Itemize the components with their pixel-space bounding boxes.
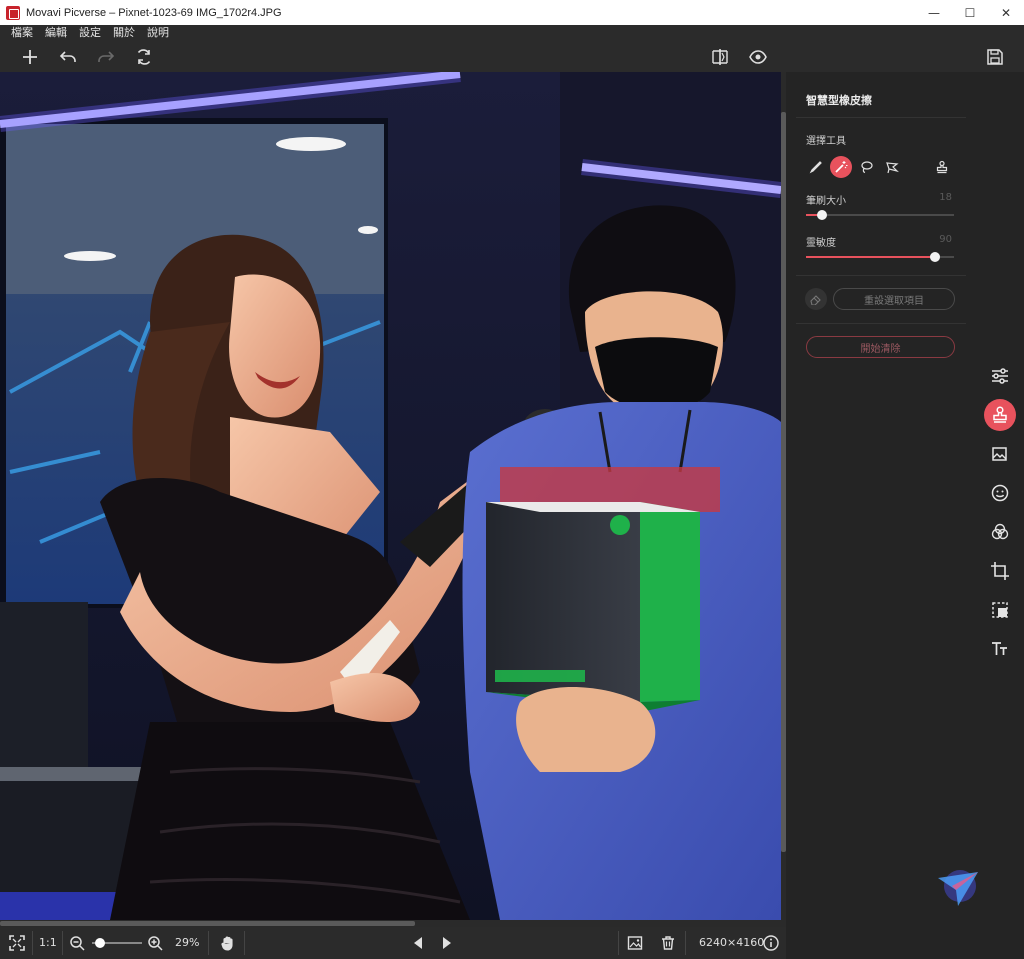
bottom-bar: 1:1 29% 6240×4160	[0, 927, 786, 959]
bottom-divider	[208, 931, 209, 955]
brush-icon[interactable]	[805, 156, 827, 178]
window-title: Movavi Picverse – Pixnet-1023-69 IMG_170…	[26, 6, 282, 19]
menu-edit[interactable]: 編輯	[39, 25, 73, 41]
panel-divider	[796, 323, 966, 324]
hand-pan-icon[interactable]	[215, 927, 241, 959]
crop-icon[interactable]	[984, 555, 1016, 587]
top-toolbar	[0, 41, 1024, 72]
image-info-icon[interactable]	[622, 927, 648, 959]
sensitivity-value: 90	[939, 234, 952, 245]
fit-to-screen-icon[interactable]	[4, 927, 30, 959]
undo-icon[interactable]	[54, 41, 82, 72]
eraser-icon[interactable]	[805, 288, 827, 310]
zoom-slider-handle[interactable]	[94, 938, 105, 948]
title-bar: Movavi Picverse – Pixnet-1023-69 IMG_170…	[0, 0, 1024, 25]
sensitivity-fill	[806, 256, 935, 258]
maximize-button[interactable]: ☐	[952, 0, 988, 25]
polygon-lasso-icon[interactable]	[881, 156, 903, 178]
smart-eraser-panel: 智慧型橡皮擦 選擇工具 筆刷大小 18 靈敏度 90 重設選取項目 開始清除	[786, 72, 1024, 959]
image-canvas[interactable]	[0, 72, 786, 927]
menu-settings[interactable]: 設定	[73, 25, 107, 41]
bottom-divider	[685, 931, 686, 955]
select-area-icon[interactable]	[984, 594, 1016, 626]
bottom-divider	[244, 931, 245, 955]
sensitivity-handle[interactable]	[929, 252, 940, 262]
rotate-icon[interactable]	[130, 41, 158, 72]
app-logo-icon	[6, 5, 20, 20]
horizontal-scroll-thumb[interactable]	[0, 921, 415, 926]
select-tool-label: 選擇工具	[806, 136, 846, 147]
bottom-divider	[32, 931, 33, 955]
menu-bar: 檔案 編輯 設定 關於 說明	[0, 25, 1024, 41]
panel-divider	[796, 275, 966, 276]
menu-file[interactable]: 檔案	[5, 25, 39, 41]
bottom-divider	[618, 931, 619, 955]
plus-icon[interactable]	[16, 41, 44, 72]
adjust-sliders-icon[interactable]	[984, 360, 1016, 392]
magic-wand-icon[interactable]	[830, 156, 852, 178]
minimize-button[interactable]: —	[916, 0, 952, 25]
watermark-logo	[938, 870, 978, 906]
sensitivity-slider[interactable]	[806, 252, 954, 262]
image-icon[interactable]	[984, 438, 1016, 470]
edited-photo[interactable]	[0, 72, 781, 920]
actual-size-button[interactable]: 1:1	[39, 927, 57, 959]
brush-size-label: 筆刷大小	[806, 196, 846, 207]
compare-icon[interactable]	[706, 41, 734, 72]
text-icon[interactable]	[984, 633, 1016, 665]
reset-selection-button[interactable]: 重設選取項目	[833, 288, 955, 310]
panel-title: 智慧型橡皮擦	[806, 94, 872, 107]
save-icon[interactable]	[981, 41, 1009, 72]
start-erase-button[interactable]: 開始清除	[806, 336, 955, 358]
previous-image-icon[interactable]	[405, 927, 431, 959]
lasso-icon[interactable]	[856, 156, 878, 178]
stamp-icon[interactable]	[931, 156, 953, 178]
brush-size-value: 18	[939, 192, 952, 203]
zoom-in-icon[interactable]	[142, 927, 168, 959]
photo-illustration	[0, 72, 781, 920]
menu-about[interactable]: 關於	[107, 25, 141, 41]
menu-help[interactable]: 說明	[141, 25, 175, 41]
panel-divider	[796, 117, 966, 118]
horizontal-scrollbar[interactable]	[0, 920, 786, 927]
redo-icon[interactable]	[92, 41, 120, 72]
preview-eye-icon[interactable]	[744, 41, 772, 72]
info-icon[interactable]	[758, 927, 784, 959]
image-dimensions: 6240×4160	[699, 936, 765, 949]
brush-size-slider[interactable]	[806, 210, 954, 220]
trash-icon[interactable]	[655, 927, 681, 959]
zoom-percentage: 29%	[175, 936, 200, 949]
window-controls: — ☐ ✕	[916, 0, 1024, 25]
next-image-icon[interactable]	[434, 927, 460, 959]
sensitivity-label: 靈敏度	[806, 238, 836, 249]
color-circles-icon[interactable]	[984, 516, 1016, 548]
stamp-icon[interactable]	[984, 399, 1016, 431]
close-button[interactable]: ✕	[988, 0, 1024, 25]
bottom-divider	[62, 931, 63, 955]
brush-size-handle[interactable]	[817, 210, 828, 220]
face-icon[interactable]	[984, 477, 1016, 509]
zoom-out-icon[interactable]	[64, 927, 90, 959]
